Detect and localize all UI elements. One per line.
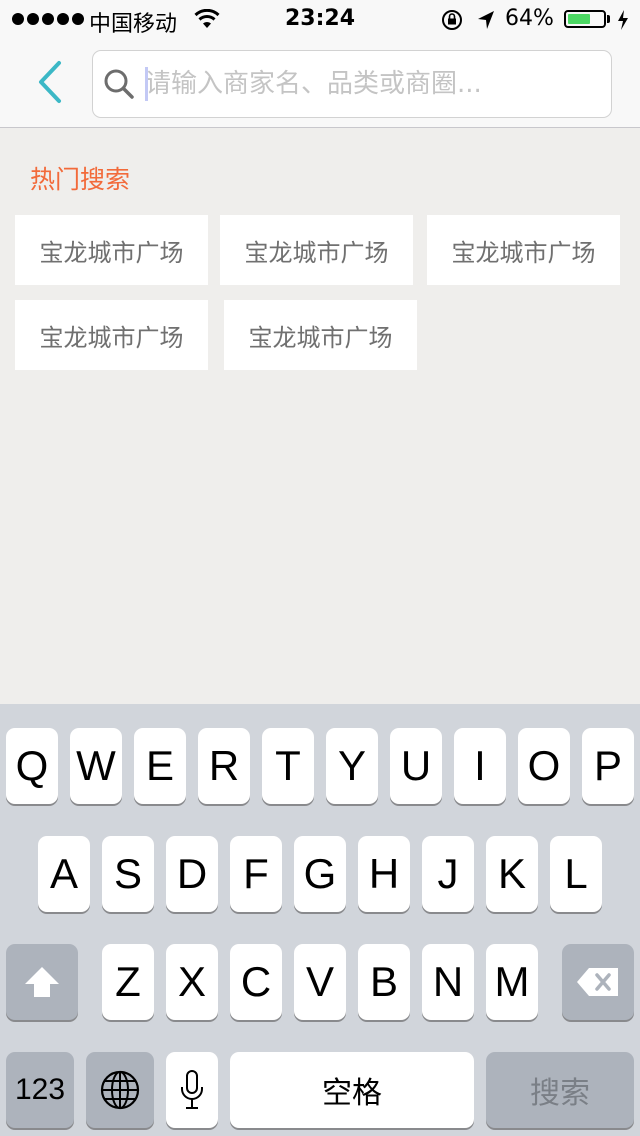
microphone-icon <box>181 1070 203 1109</box>
battery-percentage: 64% <box>505 6 554 31</box>
hot-search-tag[interactable]: 宝龙城市广场 <box>15 300 208 370</box>
key-s[interactable]: S <box>102 836 154 912</box>
back-button[interactable] <box>22 54 78 110</box>
hot-search-tag[interactable]: 宝龙城市广场 <box>15 215 208 285</box>
key-y[interactable]: Y <box>326 728 378 804</box>
key-t[interactable]: T <box>262 728 314 804</box>
key-i[interactable]: I <box>454 728 506 804</box>
globe-key[interactable] <box>86 1052 154 1128</box>
rotation-lock-icon <box>442 10 462 30</box>
shift-arrow-icon <box>25 967 59 997</box>
key-v[interactable]: V <box>294 944 346 1020</box>
key-r[interactable]: R <box>198 728 250 804</box>
search-key[interactable]: 搜索 <box>486 1052 634 1128</box>
key-e[interactable]: E <box>134 728 186 804</box>
backspace-icon <box>577 968 618 996</box>
key-l[interactable]: L <box>550 836 602 912</box>
key-z[interactable]: Z <box>102 944 154 1020</box>
key-p[interactable]: P <box>582 728 634 804</box>
hot-search-tag[interactable]: 宝龙城市广场 <box>224 300 417 370</box>
key-m[interactable]: M <box>486 944 538 1020</box>
hot-search-title: 热门搜索 <box>30 165 131 194</box>
delete-key[interactable] <box>562 944 634 1020</box>
key-a[interactable]: A <box>38 836 90 912</box>
key-o[interactable]: O <box>518 728 570 804</box>
key-x[interactable]: X <box>166 944 218 1020</box>
numbers-key[interactable]: 123 <box>6 1052 74 1128</box>
battery-level-fill <box>568 14 590 24</box>
key-q[interactable]: Q <box>6 728 58 804</box>
globe-icon <box>100 1070 140 1110</box>
search-icon <box>104 69 134 99</box>
space-key[interactable]: 空格 <box>230 1052 474 1128</box>
key-w[interactable]: W <box>70 728 122 804</box>
key-u[interactable]: U <box>390 728 442 804</box>
charging-bolt-icon <box>618 10 628 30</box>
status-bar: 中国移动 23:24 64% <box>0 0 640 40</box>
search-input[interactable] <box>145 63 595 105</box>
search-box[interactable] <box>92 50 612 118</box>
battery-tip <box>607 15 610 23</box>
keyboard: Q W E R T Y U I O P A S D F G H J K L Z … <box>0 704 640 1136</box>
location-arrow-icon <box>478 11 494 29</box>
hot-search-tag[interactable]: 宝龙城市广场 <box>220 215 413 285</box>
key-n[interactable]: N <box>422 944 474 1020</box>
key-c[interactable]: C <box>230 944 282 1020</box>
chevron-left-icon <box>39 61 61 103</box>
key-h[interactable]: H <box>358 836 410 912</box>
key-f[interactable]: F <box>230 836 282 912</box>
text-cursor <box>145 67 148 101</box>
search-nav-bar <box>0 40 640 128</box>
key-k[interactable]: K <box>486 836 538 912</box>
key-j[interactable]: J <box>422 836 474 912</box>
key-g[interactable]: G <box>294 836 346 912</box>
key-d[interactable]: D <box>166 836 218 912</box>
key-b[interactable]: B <box>358 944 410 1020</box>
hot-search-tag[interactable]: 宝龙城市广场 <box>427 215 620 285</box>
microphone-key[interactable] <box>166 1052 218 1128</box>
battery-icon <box>564 10 606 28</box>
shift-key[interactable] <box>6 944 78 1020</box>
